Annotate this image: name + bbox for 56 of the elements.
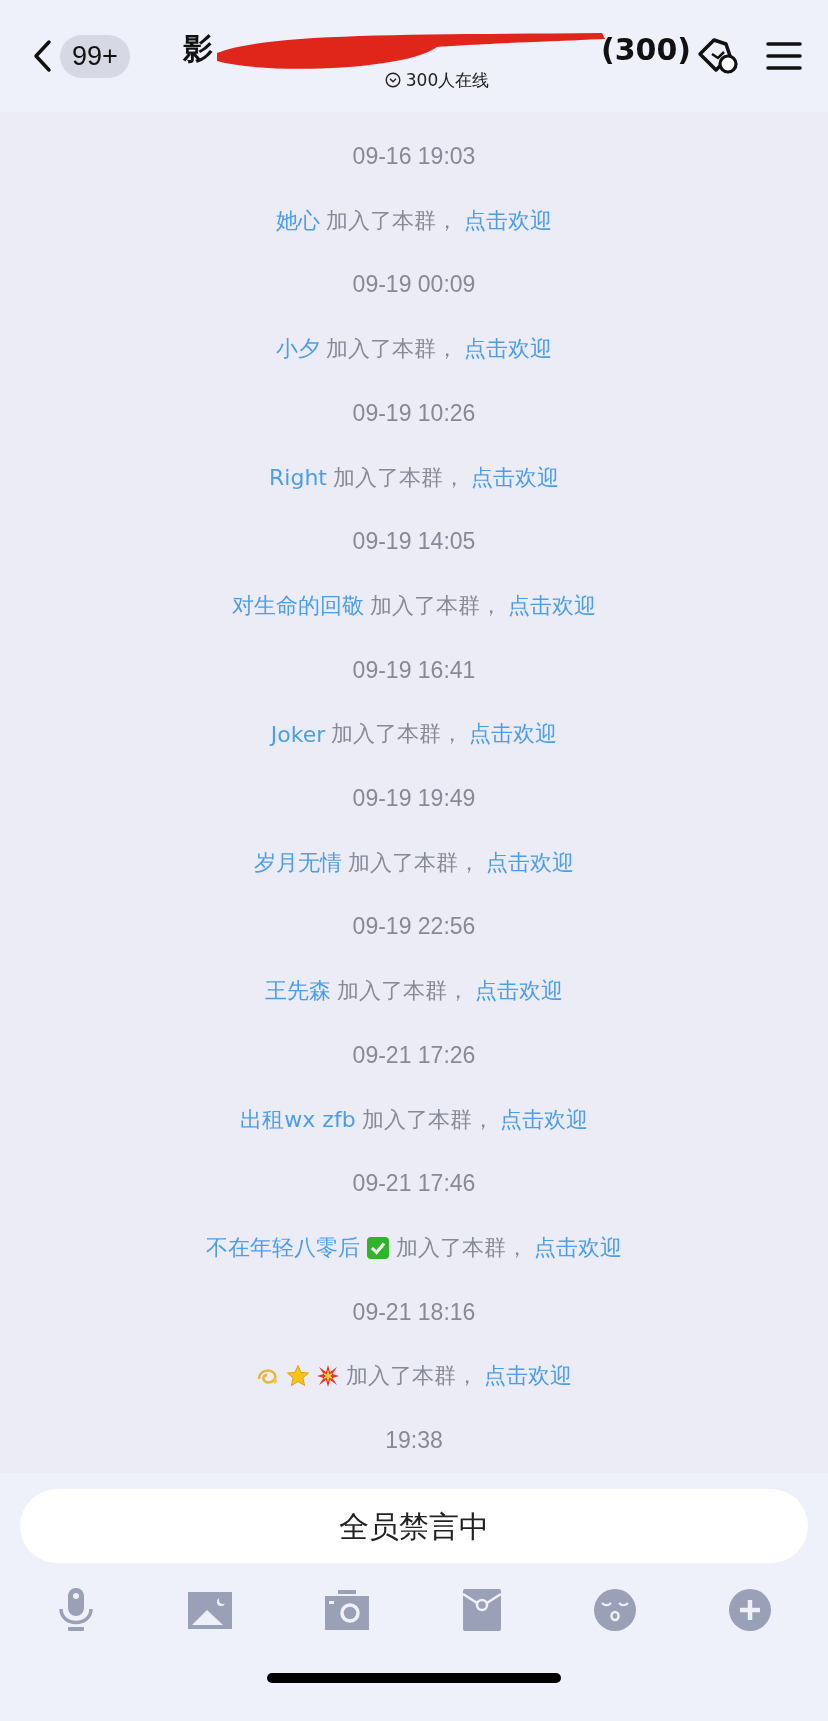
timestamp: 09-16 19:03 [352, 142, 476, 171]
welcome-link[interactable]: 点击欢迎 [499, 1104, 588, 1135]
welcome-link[interactable]: 点击欢迎 [464, 205, 552, 236]
plus-icon[interactable] [727, 1588, 772, 1632]
unread-badge: 99+ [60, 34, 130, 78]
welcome-link[interactable]: 点击欢迎 [534, 1232, 622, 1263]
tag-link-icon[interactable] [696, 36, 740, 76]
group-title: 影 [182, 30, 213, 68]
member-name[interactable]: 出租wx zfb [240, 1104, 356, 1135]
join-notice: 加入了本群， [396, 1233, 528, 1262]
join-notice: 加入了本群， [326, 206, 458, 235]
timestamp: 09-19 22:56 [352, 912, 476, 942]
welcome-link[interactable]: 点击欢迎 [484, 1361, 572, 1392]
join-notice: 加入了本群， [331, 720, 464, 749]
camera-icon[interactable] [324, 1589, 371, 1631]
timestamp: 19:38 [385, 1426, 443, 1456]
timestamp: 09-21 17:46 [352, 1169, 476, 1199]
welcome-link[interactable]: 点击欢迎 [469, 719, 558, 750]
microphone-icon[interactable] [56, 1587, 96, 1633]
envelope-icon[interactable] [461, 1588, 502, 1632]
member-name[interactable]: 王先森 [265, 976, 331, 1007]
join-notice: 加入了本群， [370, 591, 502, 620]
check-mark-icon [366, 1235, 390, 1260]
join-notice: 加入了本群， [337, 977, 469, 1006]
member-name[interactable]: 小夕 [276, 334, 320, 365]
welcome-link[interactable]: 点击欢迎 [508, 590, 596, 621]
member-name[interactable]: 不在年轻八零后 [206, 1232, 360, 1263]
timestamp: 09-19 00:09 [352, 270, 476, 300]
join-notice: 加入了本群， [361, 1105, 494, 1134]
welcome-link[interactable]: 点击欢迎 [464, 334, 552, 365]
welcome-link[interactable]: 点击欢迎 [470, 462, 559, 493]
timestamp: 09-19 14:05 [352, 527, 476, 557]
timestamp: 09-21 18:16 [352, 1297, 476, 1327]
star-icon [286, 1364, 310, 1389]
member-name[interactable]: Joker [270, 721, 326, 747]
back-icon[interactable] [32, 39, 52, 73]
member-name[interactable]: Right [269, 465, 327, 490]
member-count: (300) [600, 32, 691, 67]
menu-icon[interactable] [766, 41, 802, 71]
welcome-link[interactable]: 点击欢迎 [486, 847, 574, 878]
timestamp: 09-19 10:26 [352, 398, 476, 428]
chevron-down-icon[interactable] [384, 72, 401, 88]
join-notice: 加入了本群， [348, 848, 480, 877]
join-notice: 加入了本群， [346, 1362, 478, 1391]
welcome-link[interactable]: 点击欢迎 [475, 976, 563, 1007]
join-notice: 加入了本群， [326, 335, 458, 364]
timestamp: 09-21 17:26 [352, 1040, 476, 1070]
join-notice: 加入了本群， [332, 463, 465, 492]
member-name[interactable]: 她心 [276, 205, 320, 236]
emoji-icon[interactable] [592, 1588, 637, 1632]
image-icon[interactable] [187, 1590, 234, 1630]
timestamp: 09-19 16:41 [352, 655, 476, 685]
online-count: 300人在线 [405, 68, 490, 92]
member-name[interactable]: 对生命的回敬 [232, 590, 364, 621]
timestamp: 09-19 19:49 [352, 784, 476, 814]
member-name[interactable]: 岁月无情 [254, 847, 342, 878]
